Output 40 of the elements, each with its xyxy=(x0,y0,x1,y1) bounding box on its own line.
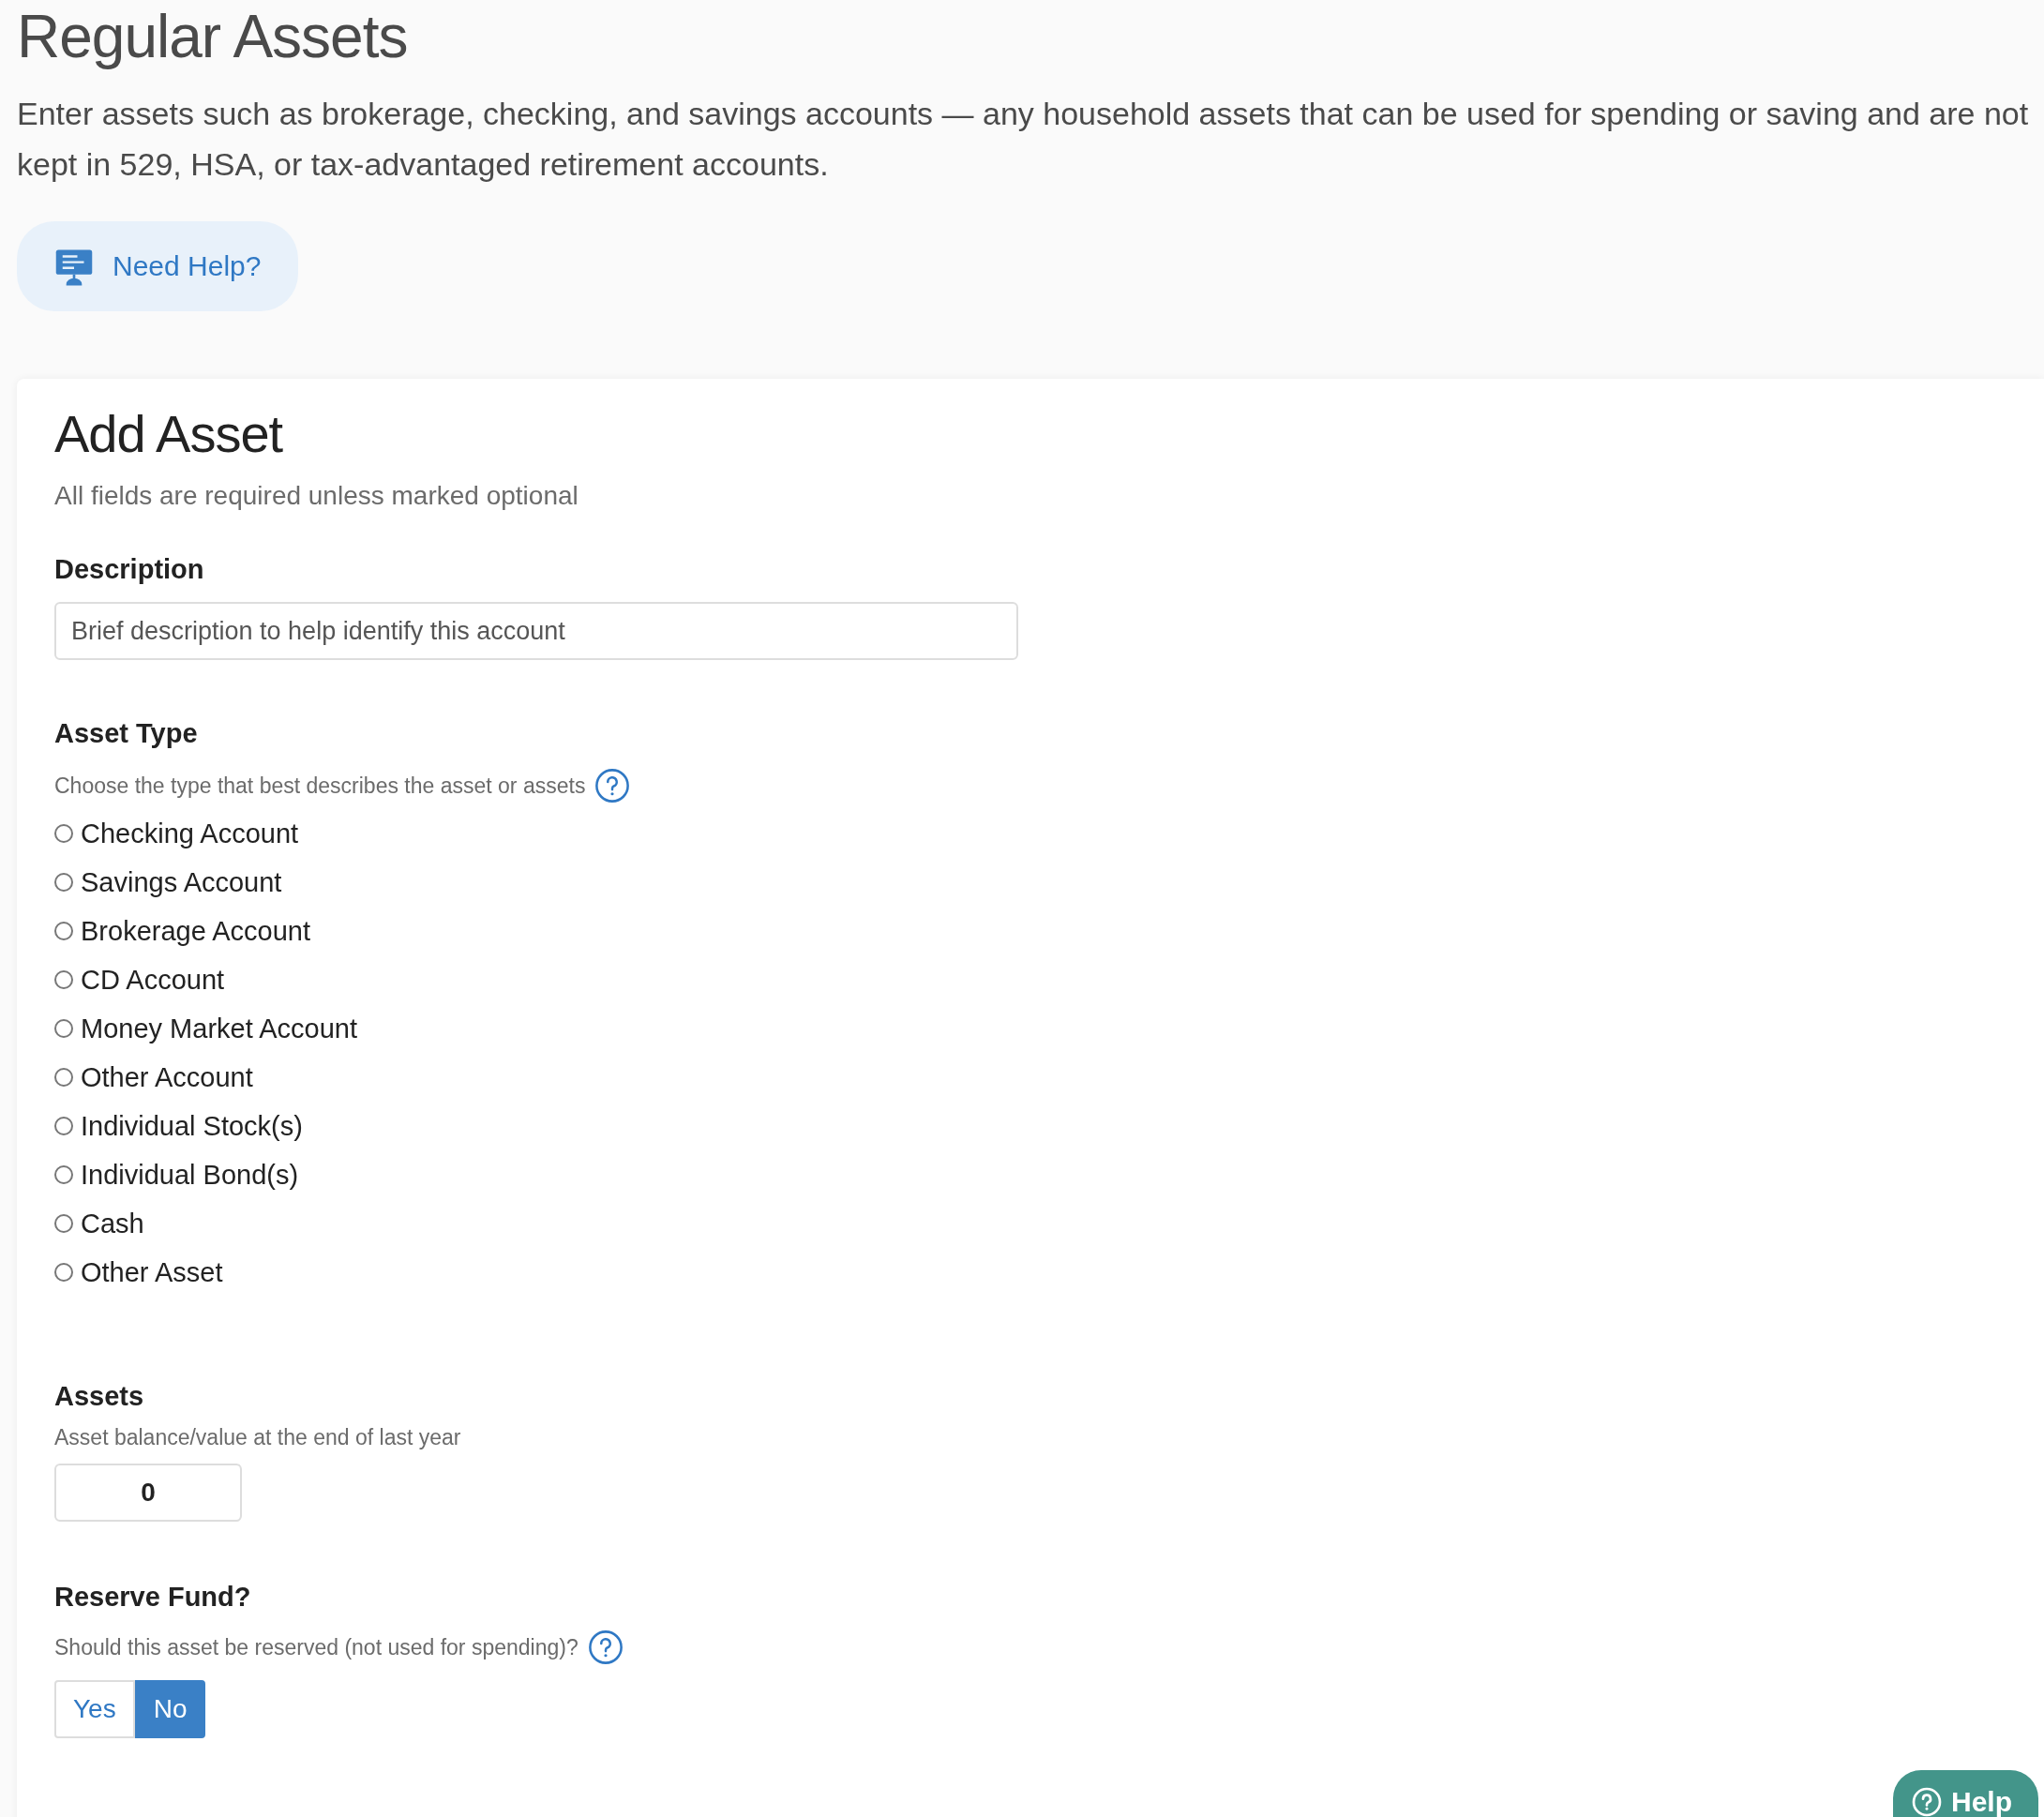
form-title: Add Asset xyxy=(54,403,284,464)
assets-field[interactable]: 0 xyxy=(54,1464,242,1522)
toggle-option[interactable]: Yes xyxy=(54,1680,135,1738)
page-title: Regular Assets xyxy=(17,2,409,71)
radio-button[interactable] xyxy=(54,1263,73,1282)
help-button[interactable]: Help xyxy=(1893,1770,2038,1817)
help-icon[interactable] xyxy=(594,768,631,803)
intro-text: Enter assets such as brokerage, checking, and savings accounts — any household assets that can be used for spending or saving and are not kept in 529, HSA, or tax-advantaged retirement accounts. xyxy=(17,95,2030,184)
radio-label[interactable]: Brokerage Account xyxy=(81,915,311,947)
radio-label[interactable]: Individual Stock(s) xyxy=(81,1110,303,1142)
question-icon xyxy=(1912,1787,1942,1817)
field-label: Reserve Fund? xyxy=(54,1582,252,1613)
radio-label[interactable]: Other Account xyxy=(81,1061,253,1093)
need-help-button[interactable]: Need Help? xyxy=(17,221,299,311)
radio-button[interactable] xyxy=(54,1068,73,1087)
field-label: Description xyxy=(54,554,205,585)
form-subtitle: All fields are required unless marked optional xyxy=(54,481,579,511)
description-field[interactable]: Brief description to help identify this account xyxy=(54,602,1018,660)
radio-button[interactable] xyxy=(54,1019,73,1038)
radio-label[interactable]: Money Market Account xyxy=(81,1013,357,1044)
radio-label[interactable]: Checking Account xyxy=(81,818,299,849)
radio-button[interactable] xyxy=(54,1165,73,1184)
field-hint: Choose the type that best describes the asset or assets xyxy=(54,773,586,799)
toggle-option[interactable]: No xyxy=(134,1680,206,1738)
help-icon[interactable] xyxy=(587,1629,624,1665)
radio-label[interactable]: Individual Bond(s) xyxy=(81,1159,299,1191)
field-hint: Asset balance/value at the end of last year xyxy=(54,1425,461,1450)
radio-label[interactable]: Savings Account xyxy=(81,866,282,898)
radio-button[interactable] xyxy=(54,1214,73,1233)
radio-button[interactable] xyxy=(54,970,73,989)
radio-label[interactable]: CD Account xyxy=(81,964,225,996)
radio-label[interactable]: Other Asset xyxy=(81,1256,223,1288)
radio-button[interactable] xyxy=(54,873,73,892)
field-hint: Should this asset be reserved (not used for spending)? xyxy=(54,1634,579,1660)
field-label: Assets xyxy=(54,1381,145,1412)
radio-button[interactable] xyxy=(54,922,73,940)
radio-label[interactable]: Cash xyxy=(81,1208,144,1239)
radio-button[interactable] xyxy=(54,824,73,843)
radio-button[interactable] xyxy=(54,1117,73,1135)
field-label: Asset Type xyxy=(54,718,199,749)
